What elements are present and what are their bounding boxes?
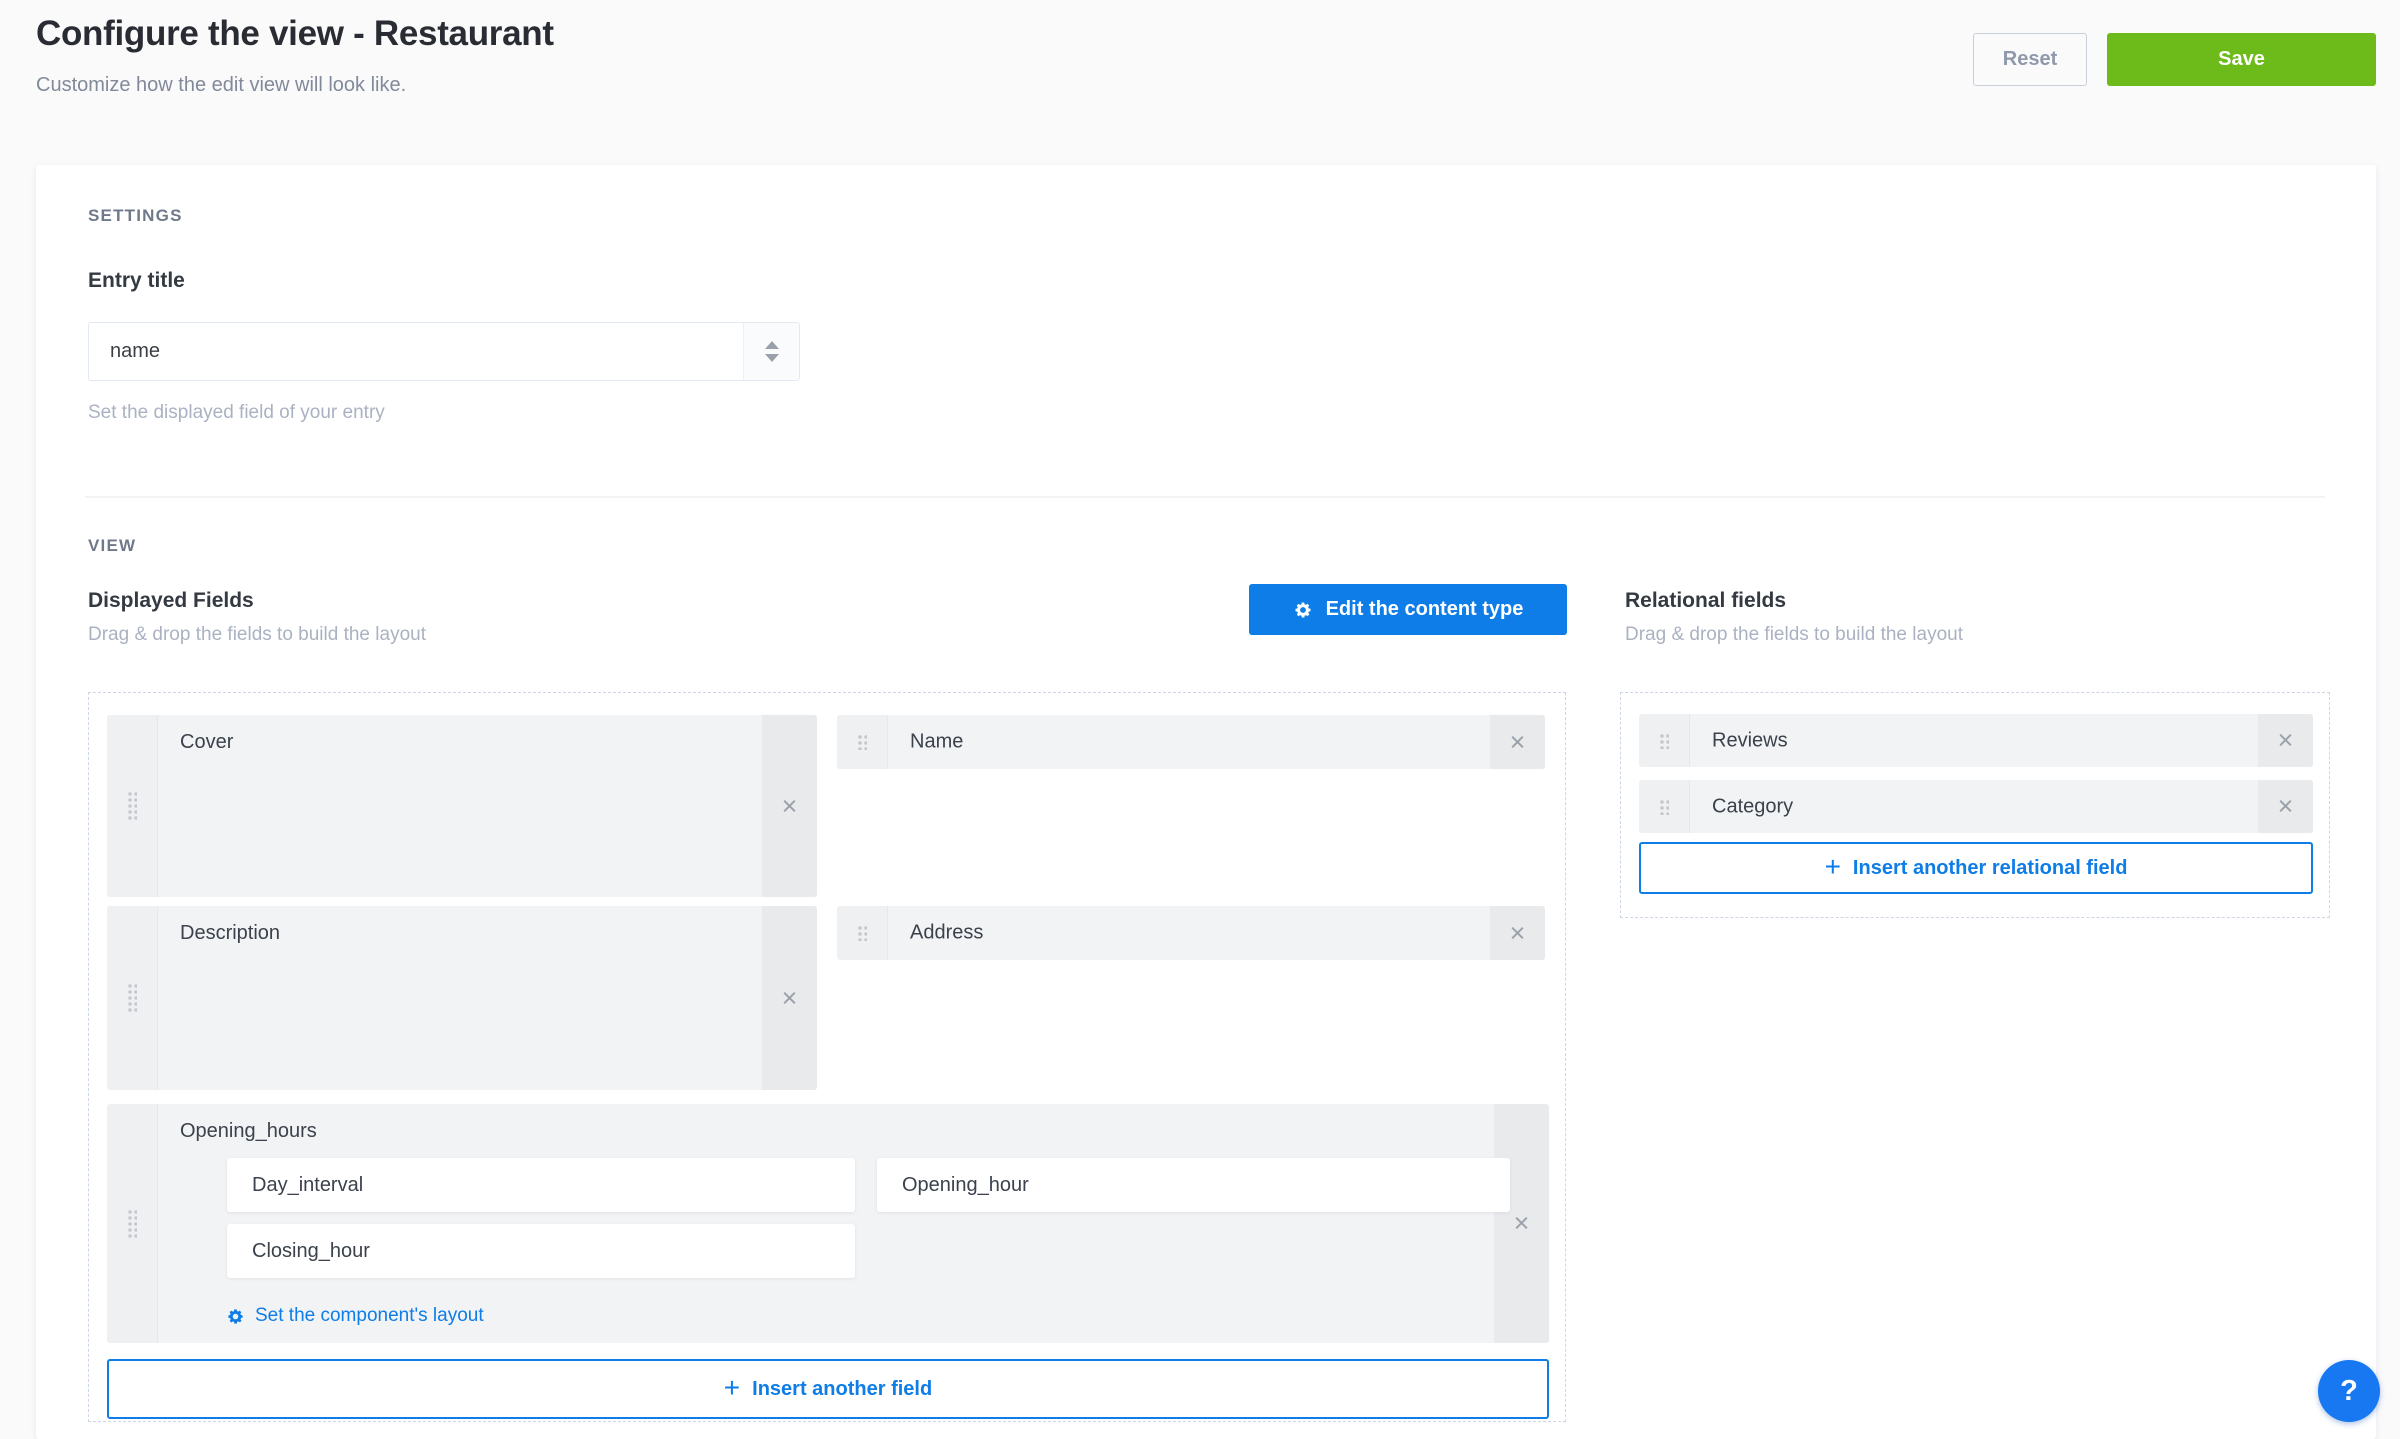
remove-field-button[interactable]: × (1490, 906, 1545, 960)
chevron-up-icon (765, 341, 779, 349)
field-block-cover[interactable]: Cover × (107, 715, 817, 897)
grip-icon (127, 1209, 137, 1239)
relational-field-label: Category (1712, 795, 1793, 818)
insert-another-field-button[interactable]: + Insert another field (107, 1359, 1549, 1419)
entry-title-helper: Set the displayed field of your entry (88, 402, 385, 424)
close-icon: × (2278, 727, 2294, 754)
remove-field-button[interactable]: × (2258, 714, 2313, 767)
configure-view-card: SETTINGS Entry title name Set the displa… (36, 165, 2376, 1439)
drag-handle[interactable] (1639, 714, 1690, 767)
relational-fields-title: Relational fields (1625, 589, 1786, 613)
close-icon: × (1510, 729, 1526, 756)
field-block-name[interactable]: Name × (837, 715, 1545, 769)
drag-handle[interactable] (107, 715, 158, 897)
subfield-label: Opening_hour (877, 1174, 1029, 1197)
remove-field-button[interactable]: × (1490, 715, 1545, 769)
drag-handle[interactable] (107, 1104, 158, 1343)
page-title: Configure the view - Restaurant (36, 14, 554, 54)
save-button[interactable]: Save (2107, 33, 2376, 86)
chevron-down-icon (765, 354, 779, 362)
field-label: Cover (180, 731, 233, 754)
field-block-opening-hours-component[interactable]: Opening_hours Day_interval Opening_hour … (107, 1104, 1549, 1343)
set-component-layout-label: Set the component's layout (255, 1305, 484, 1327)
entry-title-select[interactable]: name (88, 322, 800, 381)
displayed-fields-subtitle: Drag & drop the fields to build the layo… (88, 624, 426, 646)
close-icon: × (1514, 1210, 1530, 1237)
relational-block-category[interactable]: Category × (1639, 780, 2313, 833)
relational-fields-dropzone: Reviews × Category × + Insert another re… (1620, 692, 2330, 918)
displayed-fields-title: Displayed Fields (88, 589, 254, 613)
grip-icon (1659, 799, 1669, 815)
drag-handle[interactable] (837, 906, 888, 960)
subfield-closing-hour[interactable]: Closing_hour (227, 1224, 855, 1278)
subfield-label: Day_interval (227, 1174, 363, 1197)
drag-handle[interactable] (107, 906, 158, 1090)
relational-field-label: Reviews (1712, 729, 1788, 752)
relational-fields-subtitle: Drag & drop the fields to build the layo… (1625, 624, 1963, 646)
drag-handle[interactable] (837, 715, 888, 769)
component-label: Opening_hours (180, 1120, 317, 1143)
gear-icon (226, 1307, 245, 1326)
grip-icon (1659, 733, 1669, 749)
close-icon: × (782, 793, 798, 820)
subfield-label: Closing_hour (227, 1240, 370, 1263)
remove-field-button[interactable]: × (1494, 1104, 1549, 1343)
subfield-day-interval[interactable]: Day_interval (227, 1158, 855, 1212)
close-icon: × (782, 985, 798, 1012)
relational-block-reviews[interactable]: Reviews × (1639, 714, 2313, 767)
grip-icon (857, 734, 867, 750)
set-component-layout-link[interactable]: Set the component's layout (226, 1302, 484, 1330)
help-button[interactable]: ? (2318, 1360, 2380, 1422)
field-label: Description (180, 922, 280, 945)
entry-title-label: Entry title (88, 269, 185, 293)
grip-icon (857, 925, 867, 941)
close-icon: × (2278, 793, 2294, 820)
field-block-description[interactable]: Description × (107, 906, 817, 1090)
settings-section-label: SETTINGS (88, 206, 183, 226)
question-mark-icon: ? (2340, 1375, 2358, 1408)
select-spinner[interactable] (743, 323, 799, 380)
insert-another-relational-field-label: Insert another relational field (1853, 857, 2128, 880)
remove-field-button[interactable]: × (762, 715, 817, 897)
section-divider (85, 496, 2325, 498)
gear-icon (1293, 600, 1313, 620)
page-subtitle: Customize how the edit view will look li… (36, 74, 406, 97)
grip-icon (127, 791, 137, 821)
field-label: Name (910, 731, 963, 754)
view-section-label: VIEW (88, 536, 136, 556)
insert-another-relational-field-button[interactable]: + Insert another relational field (1639, 842, 2313, 894)
subfield-opening-hour[interactable]: Opening_hour (877, 1158, 1510, 1212)
displayed-fields-dropzone: Cover × Name × Description × Address × O… (88, 692, 1566, 1422)
drag-handle[interactable] (1639, 780, 1690, 833)
grip-icon (127, 983, 137, 1013)
close-icon: × (1510, 920, 1526, 947)
field-label: Address (910, 922, 983, 945)
reset-button[interactable]: Reset (1973, 33, 2087, 86)
remove-field-button[interactable]: × (2258, 780, 2313, 833)
entry-title-select-value: name (89, 340, 160, 363)
edit-content-type-button[interactable]: Edit the content type (1249, 584, 1567, 635)
edit-content-type-label: Edit the content type (1326, 598, 1524, 621)
field-block-address[interactable]: Address × (837, 906, 1545, 960)
insert-another-field-label: Insert another field (752, 1378, 932, 1401)
remove-field-button[interactable]: × (762, 906, 817, 1090)
